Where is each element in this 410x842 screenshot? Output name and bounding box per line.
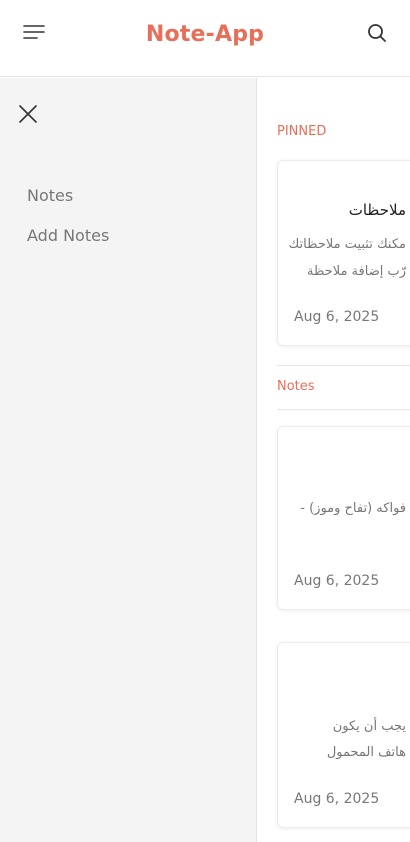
note-card[interactable]: فواكه (تفاح وموز) - Aug 6, 2025 (277, 426, 410, 610)
app-header: Note-App (0, 0, 410, 77)
note-title: ملاحظات (348, 201, 406, 219)
notes-main: PINNED ملاحظات مكنك تثبيت ملاحظاتك رّب إ… (257, 78, 410, 842)
close-sidebar-button[interactable] (16, 102, 40, 126)
note-text-line: رّب إضافة ملاحظة (307, 264, 406, 279)
divider (277, 409, 410, 410)
divider (277, 365, 410, 366)
app-title: Note-App (145, 22, 265, 47)
sidebar: Notes Add Notes (0, 78, 257, 842)
note-text-line: هاتف المحمول (326, 745, 406, 760)
pinned-section-label: PINNED (277, 124, 327, 139)
search-button[interactable] (366, 22, 388, 44)
note-date: Aug 6, 2025 (294, 573, 380, 589)
close-icon (19, 105, 37, 123)
note-text-line: يجب أن يكون (332, 719, 406, 734)
sidebar-item-add-notes[interactable]: Add Notes (27, 226, 109, 245)
notes-section-label: Notes (277, 379, 315, 394)
search-icon (368, 24, 386, 42)
note-text-line: فواكه (تفاح وموز) - (300, 501, 406, 516)
note-card[interactable]: يجب أن يكون هاتف المحمول Aug 6, 2025 (277, 642, 410, 828)
note-date: Aug 6, 2025 (294, 791, 380, 807)
note-date: Aug 6, 2025 (294, 309, 380, 325)
pinned-note-card[interactable]: ملاحظات مكنك تثبيت ملاحظاتك رّب إضافة مل… (277, 160, 410, 346)
sidebar-item-notes[interactable]: Notes (27, 186, 73, 205)
note-text-line: مكنك تثبيت ملاحظاتك (288, 237, 406, 252)
